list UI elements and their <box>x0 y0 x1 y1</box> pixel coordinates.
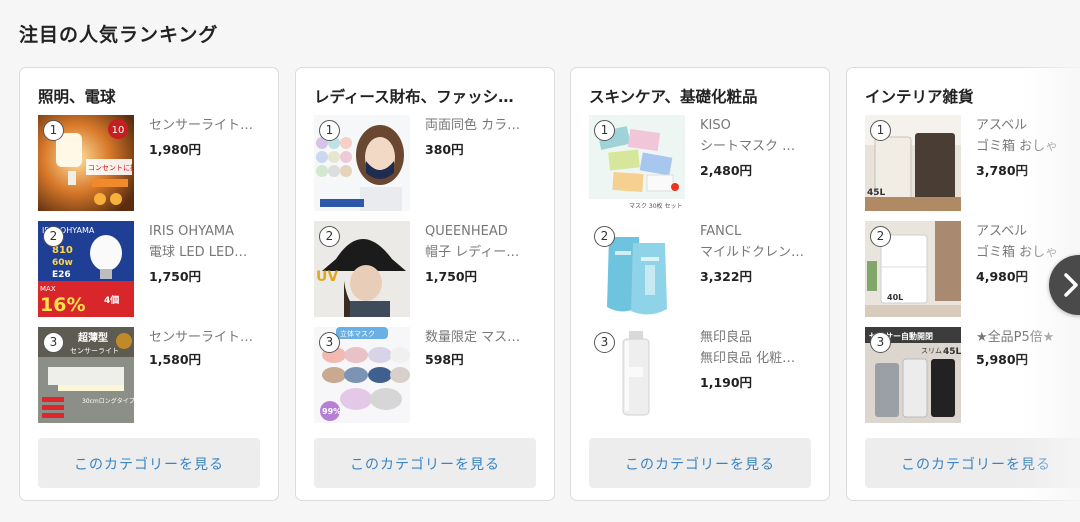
thumb-percent: 99% <box>322 407 341 416</box>
thumb-socket: E26 <box>52 270 71 280</box>
product-brand: QUEENHEAD <box>425 224 508 239</box>
card-title: インテリア雑貨 <box>865 88 974 106</box>
ranking-card-ladies-fashion: レディース財布、ファッシ… 1 両面同色 カラ… 380円 UV 2 QUEEN… <box>295 67 555 501</box>
rank-badge: 3 <box>870 332 891 353</box>
ranking-card-interior: インテリア雑貨 45L 1 アスベル ゴミ箱 おしゃ 3,780円 40L 2 … <box>846 67 1080 501</box>
thumb-pack: 4個 <box>104 294 119 306</box>
thumb-uv: UV <box>316 269 338 285</box>
product-brand: アスベル <box>976 118 1028 133</box>
ranking-item[interactable]: 立体マスク 99% 3 数量限定 マス… 598円 <box>314 327 544 423</box>
product-brand: KISO <box>700 118 731 133</box>
ranking-item[interactable]: センサー自動開閉 スリム 45L 3 ★全品P5倍★ 5,980円 <box>865 327 1080 423</box>
product-brand: アスベル <box>976 224 1028 239</box>
ranking-item[interactable]: 40L 2 アスベル ゴミ箱 おしゃ 4,980円 <box>865 221 1080 317</box>
ranking-item[interactable]: マスク 30枚 セット 1 KISO シートマスク … 2,480円 <box>589 115 819 211</box>
product-price: 1,750円 <box>425 269 478 284</box>
view-category-button[interactable]: このカテゴリーを見る <box>589 438 811 488</box>
thumb-tag: スリム <box>921 347 942 355</box>
ranking-item[interactable]: 45L 1 アスベル ゴミ箱 おしゃ 3,780円 <box>865 115 1080 211</box>
ranking-item[interactable]: IRIS OHYAMA 810 60w E26 MAX 16% 4個 2 IRI… <box>38 221 268 317</box>
product-name: 帽子 レディー… <box>425 245 520 260</box>
rank-badge: 2 <box>870 226 891 247</box>
product-name: センサーライト… <box>149 118 254 133</box>
product-name: ★全品P5倍★ <box>976 330 1055 345</box>
rank-badge: 1 <box>870 120 891 141</box>
thumb-size: 40L <box>887 293 903 302</box>
product-name: 数量限定 マス… <box>425 330 521 345</box>
product-name: センサーライト… <box>149 330 254 345</box>
ranking-page: 注目の人気ランキング 照明、電球 10 コンセントに挿すだけ! 1 <box>0 0 1080 522</box>
rank-badge: 1 <box>319 120 340 141</box>
product-price: 598円 <box>425 352 464 367</box>
product-price: 2,480円 <box>700 163 753 178</box>
ranking-card-skincare: スキンケア、基礎化粧品 マスク 30枚 セット 1 KISO シートマスク … … <box>570 67 830 501</box>
ranking-item[interactable]: 10 コンセントに挿すだけ! 1 センサーライト… 1,980円 <box>38 115 268 211</box>
view-category-button[interactable]: このカテゴリーを見る <box>314 438 536 488</box>
ranking-card-lighting: 照明、電球 10 コンセントに挿すだけ! 1 センサーライト… 1,98 <box>19 67 279 501</box>
product-name: 両面同色 カラ… <box>425 118 521 133</box>
product-price: 4,980円 <box>976 269 1029 284</box>
thumb-length: 30cmロングタイプ <box>82 397 134 405</box>
product-name: 無印良品 化粧… <box>700 351 796 366</box>
ranking-item[interactable]: 超薄型 センサーライト 30cmロングタイプ 3 センサーライト… 1,580円 <box>38 327 268 423</box>
product-name: 電球 LED LED… <box>149 245 248 260</box>
ranking-item[interactable]: 2 FANCL マイルドクレン… 3,322円 <box>589 221 819 317</box>
rank-badge: 2 <box>43 226 64 247</box>
product-brand: 無印良品 <box>700 330 753 345</box>
rank-badge: 2 <box>319 226 340 247</box>
card-title: レディース財布、ファッシ… <box>314 88 514 106</box>
rank-badge: 2 <box>594 226 615 247</box>
product-name: ゴミ箱 おしゃ <box>976 139 1059 154</box>
product-name: マイルドクレン… <box>700 245 805 260</box>
ranking-item[interactable]: 3 無印良品 無印良品 化粧… 1,190円 <box>589 327 819 423</box>
product-brand: FANCL <box>700 224 742 239</box>
thumb-size: 45L <box>867 188 886 198</box>
rank-badge: 3 <box>319 332 340 353</box>
ranking-item[interactable]: UV 2 QUEENHEAD 帽子 レディー… 1,750円 <box>314 221 544 317</box>
chevron-right-icon <box>1064 273 1078 297</box>
thumb-percent: 16% <box>40 294 85 316</box>
rank-badge: 3 <box>594 332 615 353</box>
thumb-sub: センサーライト <box>70 347 119 355</box>
product-price: 5,980円 <box>976 352 1029 367</box>
thumb-title: 立体マスク <box>340 329 375 338</box>
thumb-badge: 10 <box>112 125 125 136</box>
product-price: 3,780円 <box>976 163 1029 178</box>
product-price: 1,750円 <box>149 269 202 284</box>
product-price: 1,580円 <box>149 352 202 367</box>
thumb-watt: 60w <box>52 258 73 268</box>
product-price: 1,190円 <box>700 375 753 390</box>
rank-badge: 1 <box>43 120 64 141</box>
thumb-caption: コンセントに挿すだけ! <box>88 163 134 172</box>
section-title: 注目の人気ランキング <box>19 24 219 46</box>
thumb-title: 超薄型 <box>77 331 108 344</box>
product-brand: IRIS OHYAMA <box>149 224 235 239</box>
thumb-caption: マスク 30枚 セット <box>629 202 682 210</box>
thumb-max: MAX <box>40 285 56 293</box>
card-title: 照明、電球 <box>38 88 116 106</box>
product-price: 3,322円 <box>700 269 753 284</box>
thumb-size: 45L <box>943 347 961 357</box>
view-category-button[interactable]: このカテゴリーを見る <box>865 438 1080 488</box>
ranking-item[interactable]: 1 両面同色 カラ… 380円 <box>314 115 544 211</box>
rank-badge: 1 <box>594 120 615 141</box>
product-price: 380円 <box>425 142 464 157</box>
card-title: スキンケア、基礎化粧品 <box>589 88 758 106</box>
product-price: 1,980円 <box>149 142 202 157</box>
rank-badge: 3 <box>43 332 64 353</box>
product-name: シートマスク … <box>700 139 796 154</box>
view-category-button[interactable]: このカテゴリーを見る <box>38 438 260 488</box>
